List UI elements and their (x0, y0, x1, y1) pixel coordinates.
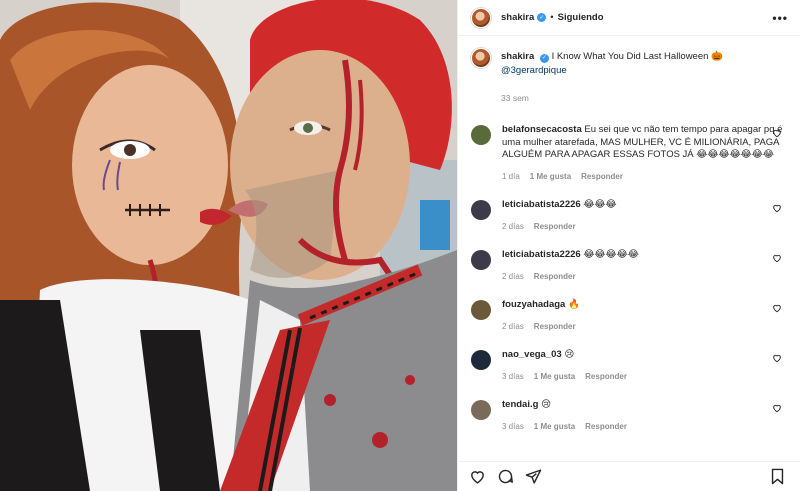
comment-username[interactable]: fouzyahadaga (502, 299, 565, 310)
caption-text: I Know What You Did Last Halloween 🎃 (551, 51, 723, 62)
post-side-panel: shakira ✓ • Siguiendo ••• shakira ✓ I Kn… (457, 0, 800, 491)
comment-avatar[interactable] (471, 200, 491, 220)
comment-time[interactable]: 3 días (502, 371, 524, 384)
share-icon[interactable] (525, 468, 542, 485)
post-header: shakira ✓ • Siguiendo ••• (458, 0, 800, 36)
reply-button[interactable]: Responder (534, 321, 576, 334)
comment-likes[interactable]: 1 Me gusta (534, 371, 575, 384)
comment-avatar[interactable] (471, 300, 491, 320)
comment-item: leticiabatista2226 😂😂😂 2 días Responder (471, 199, 788, 233)
separator-dot: • (550, 12, 554, 23)
reply-button[interactable]: Responder (534, 221, 576, 234)
header-username[interactable]: shakira (501, 12, 534, 23)
caption-mention[interactable]: @3gerardpique (501, 64, 723, 78)
comment-text: 😢 (541, 399, 551, 410)
caption: shakira ✓ I Know What You Did Last Hallo… (471, 48, 788, 105)
comment-item: leticiabatista2226 😂😂😂😂😂 2 días Responder (471, 249, 788, 283)
comment-item: fouzyahadaga 🔥 2 días Responder (471, 299, 788, 333)
comment-item: tendai.g 😢 3 días 1 Me gusta Responder (471, 399, 788, 433)
reply-button[interactable]: Responder (534, 271, 576, 284)
comment-avatar[interactable] (471, 350, 491, 370)
action-bar (458, 461, 800, 491)
comment-time[interactable]: 1 día (502, 171, 520, 184)
caption-time[interactable]: 33 sem (501, 91, 723, 105)
comment-time[interactable]: 2 días (502, 221, 524, 234)
post-photo[interactable] (0, 0, 457, 491)
avatar[interactable] (471, 7, 491, 28)
bookmark-icon[interactable] (769, 468, 786, 485)
comment-item: belafonsecacosta Eu sei que vc não tem t… (471, 124, 788, 183)
reply-button[interactable]: Responder (581, 171, 623, 184)
comment-time[interactable]: 3 días (502, 421, 524, 434)
comment-heart-icon[interactable] (772, 353, 782, 363)
comment-username[interactable]: tendai.g (502, 399, 538, 410)
comment-likes[interactable]: 1 Me gusta (530, 171, 571, 184)
verified-badge-icon: ✓ (537, 13, 547, 22)
comment-heart-icon[interactable] (772, 253, 782, 263)
more-options-icon[interactable]: ••• (772, 11, 788, 25)
comment-username[interactable]: nao_vega_03 (502, 349, 562, 360)
comment-text: 😢 (564, 349, 575, 360)
comments-list[interactable]: shakira ✓ I Know What You Did Last Hallo… (458, 36, 800, 461)
comment-text: 😂😂😂😂😂 (583, 249, 639, 260)
comment-time[interactable]: 2 días (502, 321, 524, 334)
comment-avatar[interactable] (471, 400, 491, 420)
halloween-photo-illustration (0, 0, 457, 491)
comment-heart-icon[interactable] (772, 403, 782, 413)
comment-avatar[interactable] (471, 250, 491, 270)
reply-button[interactable]: Responder (585, 371, 627, 384)
comment-icon[interactable] (497, 468, 514, 485)
comment-time[interactable]: 2 días (502, 271, 524, 284)
comment-heart-icon[interactable] (772, 128, 782, 138)
reply-button[interactable]: Responder (585, 421, 627, 434)
comment-username[interactable]: belafonsecacosta (502, 124, 582, 135)
comment-heart-icon[interactable] (772, 303, 782, 313)
following-button[interactable]: Siguiendo (558, 12, 604, 23)
comment-text: 🔥 (568, 299, 580, 310)
comment-username[interactable]: leticiabatista2226 (502, 249, 581, 260)
comment-item: nao_vega_03 😢 3 días 1 Me gusta Responder (471, 349, 788, 383)
caption-username[interactable]: shakira (501, 51, 534, 62)
post-dialog: shakira ✓ • Siguiendo ••• shakira ✓ I Kn… (0, 0, 800, 491)
comment-heart-icon[interactable] (772, 203, 782, 213)
comment-avatar[interactable] (471, 125, 491, 145)
comment-username[interactable]: leticiabatista2226 (502, 199, 581, 210)
verified-badge-icon: ✓ (539, 53, 549, 63)
caption-avatar[interactable] (471, 48, 491, 68)
comment-text: 😂😂😂 (583, 199, 617, 210)
heart-icon[interactable] (469, 468, 486, 485)
comment-likes[interactable]: 1 Me gusta (534, 421, 575, 434)
